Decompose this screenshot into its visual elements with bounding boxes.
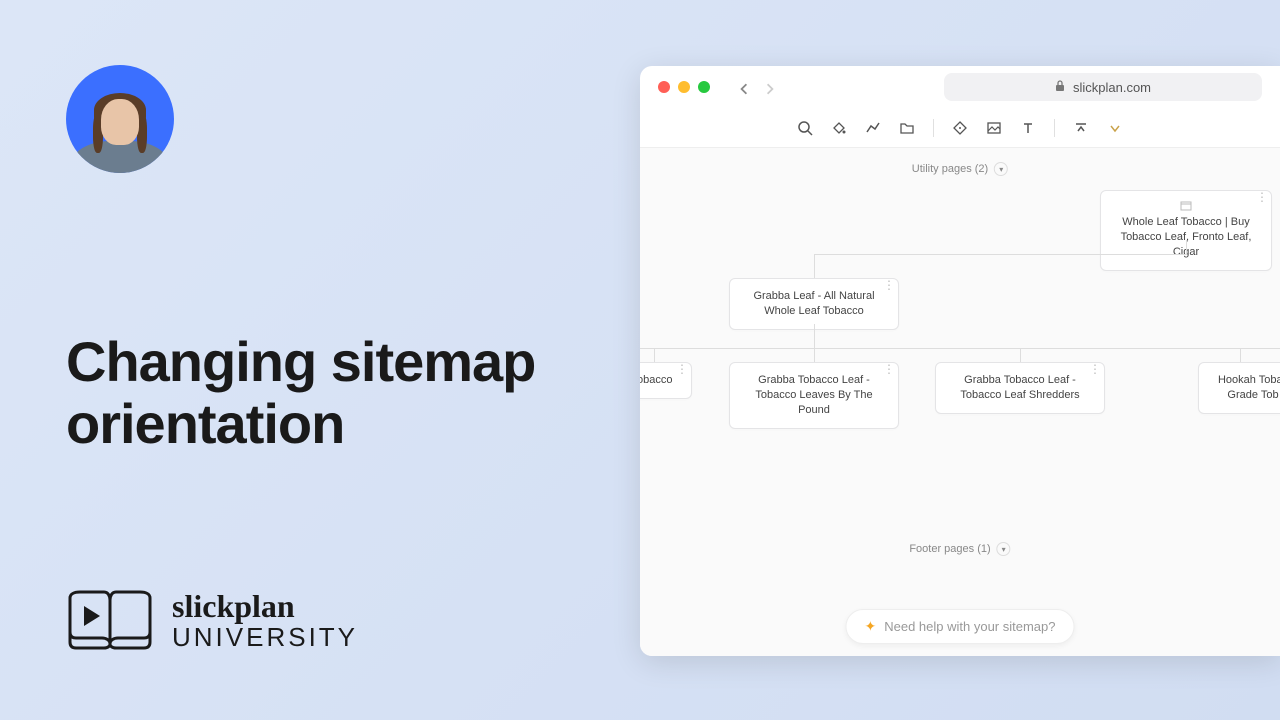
maximize-window-dot[interactable] [698,81,710,93]
sitemap-node-root[interactable]: Whole Leaf Tobacco | Buy Tobacco Leaf, F… [1100,190,1272,271]
expand-down-icon[interactable] [1107,120,1123,136]
sitemap-canvas[interactable]: Utility pages (2) ▾ Whole Leaf Tobacco |… [640,148,1280,656]
fill-icon[interactable] [831,120,847,136]
window-traffic-lights [658,81,710,93]
browser-forward-button[interactable] [764,82,774,92]
sitemap-node[interactable]: Grabba Tobacco Leaf - Tobacco Leaf Shred… [935,362,1105,414]
more-icon[interactable]: ⋮ [1089,367,1100,371]
app-toolbar [640,108,1280,148]
sparkle-icon: ✦ [865,618,877,635]
folder-icon[interactable] [899,120,915,136]
chevron-down-icon[interactable]: ▾ [994,162,1008,176]
help-prompt[interactable]: ✦ Need help with your sitemap? [846,609,1075,644]
book-play-icon [66,588,154,652]
footer-pages-label[interactable]: Footer pages (1) ▾ [909,542,1010,556]
search-icon[interactable] [797,120,813,136]
sitemap-node[interactable]: Grabba Tobacco Leaf - Tobacco Leaves By … [729,362,899,429]
text-icon[interactable] [1020,120,1036,136]
browser-url: slickplan.com [1073,80,1151,95]
page-title: Changing sitemap orientation [66,331,586,454]
presenter-avatar [66,65,174,173]
more-icon[interactable]: ⋮ [883,367,894,371]
lock-icon [1055,80,1065,95]
sitemap-node[interactable]: Tobacco ⋮ [640,362,692,399]
more-icon[interactable]: ⋮ [1256,195,1267,199]
logo-script-text: slickplan [172,590,358,622]
chart-icon[interactable] [865,120,881,136]
more-icon[interactable]: ⋮ [676,367,687,371]
shape-icon[interactable] [952,120,968,136]
collapse-up-icon[interactable] [1073,120,1089,136]
sitemap-node[interactable]: Hookah Tobac Grade Tob ⋮ [1198,362,1280,414]
chevron-down-icon[interactable]: ▾ [997,542,1011,556]
browser-address-bar[interactable]: slickplan.com [944,73,1262,101]
more-icon[interactable]: ⋮ [883,283,894,287]
sitemap-node[interactable]: Grabba Leaf - All Natural Whole Leaf Tob… [729,278,899,330]
page-icon [1180,201,1192,211]
browser-back-button[interactable] [738,82,748,92]
logo-university-text: UNIVERSITY [172,624,358,650]
utility-pages-label[interactable]: Utility pages (2) ▾ [912,162,1008,176]
close-window-dot[interactable] [658,81,670,93]
image-icon[interactable] [986,120,1002,136]
browser-window: slickplan.com Utility pages (2) ▾ Whole … [640,66,1280,656]
minimize-window-dot[interactable] [678,81,690,93]
slickplan-university-logo: slickplan UNIVERSITY [66,588,358,652]
